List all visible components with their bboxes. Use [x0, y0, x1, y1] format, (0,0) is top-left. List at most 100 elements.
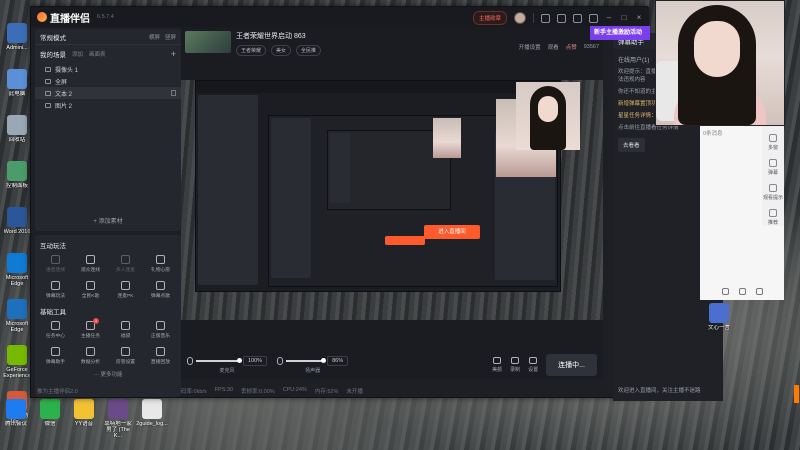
close-icon[interactable]: × [635, 14, 643, 22]
control-bar: 100% 麦克风 86% 扬声器 美颜 录制 设置 连播中... [181, 351, 603, 379]
far-nav-item[interactable]: 推荐 [762, 209, 784, 226]
tool-button[interactable]: 多人连麦 [108, 253, 143, 275]
speaker-value[interactable]: 86% [327, 356, 349, 366]
desktop-icon[interactable]: Word 2016 [2, 204, 32, 248]
mode-landscape[interactable]: 横屏 [149, 33, 160, 41]
bell-icon[interactable] [573, 13, 582, 23]
tool-button[interactable]: 弹幕点歌 [143, 279, 178, 301]
desktop-icon[interactable]: Admini... [2, 20, 32, 64]
microphone-icon[interactable] [187, 357, 193, 365]
promo-banner[interactable]: 新手主播激励活动 [590, 26, 650, 40]
headset-icon[interactable] [557, 13, 566, 23]
tool-button[interactable]: 1 主播任务 [73, 318, 108, 341]
grid-icon[interactable] [721, 287, 729, 295]
room-category[interactable]: 王者荣耀 [236, 45, 267, 56]
minimize-icon[interactable]: – [605, 14, 613, 22]
tab-my-scenes[interactable]: 我的场景 [40, 49, 66, 59]
desktop-icon[interactable]: 此电脑 [2, 66, 32, 110]
desktop-icon[interactable]: 回收站 [2, 112, 32, 156]
desktop-icon-image [7, 69, 27, 89]
status-item: 未开播 [346, 389, 363, 395]
tab-layers[interactable]: 画面表 [89, 50, 106, 58]
mic-value[interactable]: 100% [243, 356, 268, 366]
far-nav-item[interactable]: 观看提示 [762, 184, 784, 201]
likes-link[interactable]: 点赞 [566, 43, 577, 51]
room-cover[interactable] [185, 31, 231, 53]
user-avatar[interactable] [514, 12, 526, 24]
far-nav-item[interactable]: 多窗 [762, 134, 784, 151]
trash-icon[interactable] [171, 90, 176, 96]
desktop-icon[interactable]: 微信 [36, 396, 64, 440]
live-settings-link[interactable]: 开播设置 [519, 43, 541, 51]
desktop-icon[interactable]: Microsoft Edge [2, 250, 32, 294]
settings-button[interactable]: 设置 [528, 357, 538, 373]
tool-button[interactable]: 弹幕助手 [38, 345, 73, 367]
status-item: 内存:52% [314, 389, 339, 395]
camera-icon[interactable] [738, 287, 746, 295]
desktop-icon-label: 腾讯会议 [4, 421, 27, 427]
source-item[interactable]: 全屏 [35, 75, 181, 87]
tool-button[interactable]: 房管设置 [108, 345, 143, 367]
basic-tools-grid: 任务中心 1 主播任务 福袋 正版音乐弹幕助手 数据分析 房管设置 直播回放 [35, 318, 181, 367]
tool-button[interactable]: 直播回放 [143, 345, 178, 367]
tab-add[interactable]: 添加 [72, 50, 83, 58]
mic-slider[interactable] [196, 358, 242, 363]
tool-button[interactable]: 任务中心 [38, 319, 73, 341]
cast-hint[interactable]: 推为主播伴侣2.0 [37, 387, 78, 395]
fans-medal-button[interactable]: 主播勋章 [472, 11, 507, 25]
tool-icon [86, 281, 95, 290]
mode-portrait[interactable]: 竖屏 [165, 33, 176, 41]
record-button[interactable]: 录制 [510, 357, 520, 373]
tool-button[interactable]: 数据分析 [73, 345, 108, 367]
record-label: 录制 [510, 367, 521, 373]
tool-label: 主播任务 [80, 334, 101, 339]
tool-button[interactable]: 礼物心愿 [143, 253, 178, 275]
beauty-button[interactable]: 美颜 [492, 357, 502, 373]
tool-icon [121, 321, 130, 330]
more-functions-button[interactable]: ··· 更多功能 [35, 370, 181, 378]
far-nav-item[interactable]: 弹幕 [762, 159, 784, 176]
desktop-icon[interactable]: Microsoft Edge [2, 296, 32, 340]
mode-select[interactable]: 常规模式 [40, 32, 66, 42]
desktop-icon[interactable]: YY语音 [70, 396, 98, 440]
desktop-icon-right[interactable]: 文心一言 [704, 300, 734, 344]
tool-button[interactable]: 语音连线 [38, 253, 73, 275]
tool-icon [121, 347, 130, 356]
add-scene-icon[interactable]: + [171, 49, 176, 59]
streamer-face [694, 21, 740, 77]
desktop-icon[interactable]: 靠特地一家男了 (The K... [104, 396, 132, 440]
tool-button[interactable]: 弹幕玩法 [38, 279, 73, 301]
go-live-button[interactable]: 连播中... [546, 354, 597, 376]
desktop-icon[interactable]: GeForce Experience [2, 342, 32, 386]
tool-label: 数据分析 [80, 360, 101, 365]
tool-button[interactable]: 福袋 [108, 319, 143, 341]
tool-button[interactable]: 正版音乐 [143, 319, 178, 341]
screen-icon[interactable] [755, 287, 763, 295]
speaker-slider[interactable] [286, 358, 327, 363]
tool-label: 弹幕助手 [45, 360, 66, 365]
more-functions-label: 更多功能 [100, 372, 123, 378]
tool-button[interactable]: 观众连线 [73, 253, 108, 275]
source-item[interactable]: 摄像头 1 [35, 63, 181, 75]
add-source-button[interactable]: + 添加素材 [35, 216, 181, 225]
message-icon[interactable] [541, 13, 550, 23]
source-item[interactable]: 图片 2 [35, 99, 181, 111]
tool-button[interactable]: 连麦PK [108, 279, 143, 301]
desktop-icon[interactable]: 控制面板 [2, 158, 32, 202]
tool-button[interactable]: 全民K歌 [73, 279, 108, 301]
desktop-icon-image [7, 161, 27, 181]
app-logo: 直播伴侣 6.5.7.4 [37, 10, 114, 25]
room-extra-chip[interactable]: 全民推 [296, 45, 322, 56]
desktop-icon[interactable]: 2guide_log... [136, 396, 168, 440]
room-tag[interactable]: 美女 [271, 45, 292, 56]
menu-icon[interactable] [589, 13, 598, 23]
tab-online-users[interactable]: 在线用户(1) [618, 55, 649, 64]
desktop-icon-image [7, 253, 27, 273]
maximize-icon[interactable]: □ [620, 14, 628, 22]
go-see-button[interactable]: 去看看 [618, 138, 645, 152]
viewers-link[interactable]: 观看 [548, 43, 559, 51]
room-title[interactable]: 王者荣耀世界启动 863 [236, 31, 321, 41]
source-item[interactable]: 文本 2 [35, 87, 181, 99]
speaker-icon[interactable] [277, 357, 284, 365]
desktop-icon[interactable]: 腾讯会议 [2, 396, 30, 440]
